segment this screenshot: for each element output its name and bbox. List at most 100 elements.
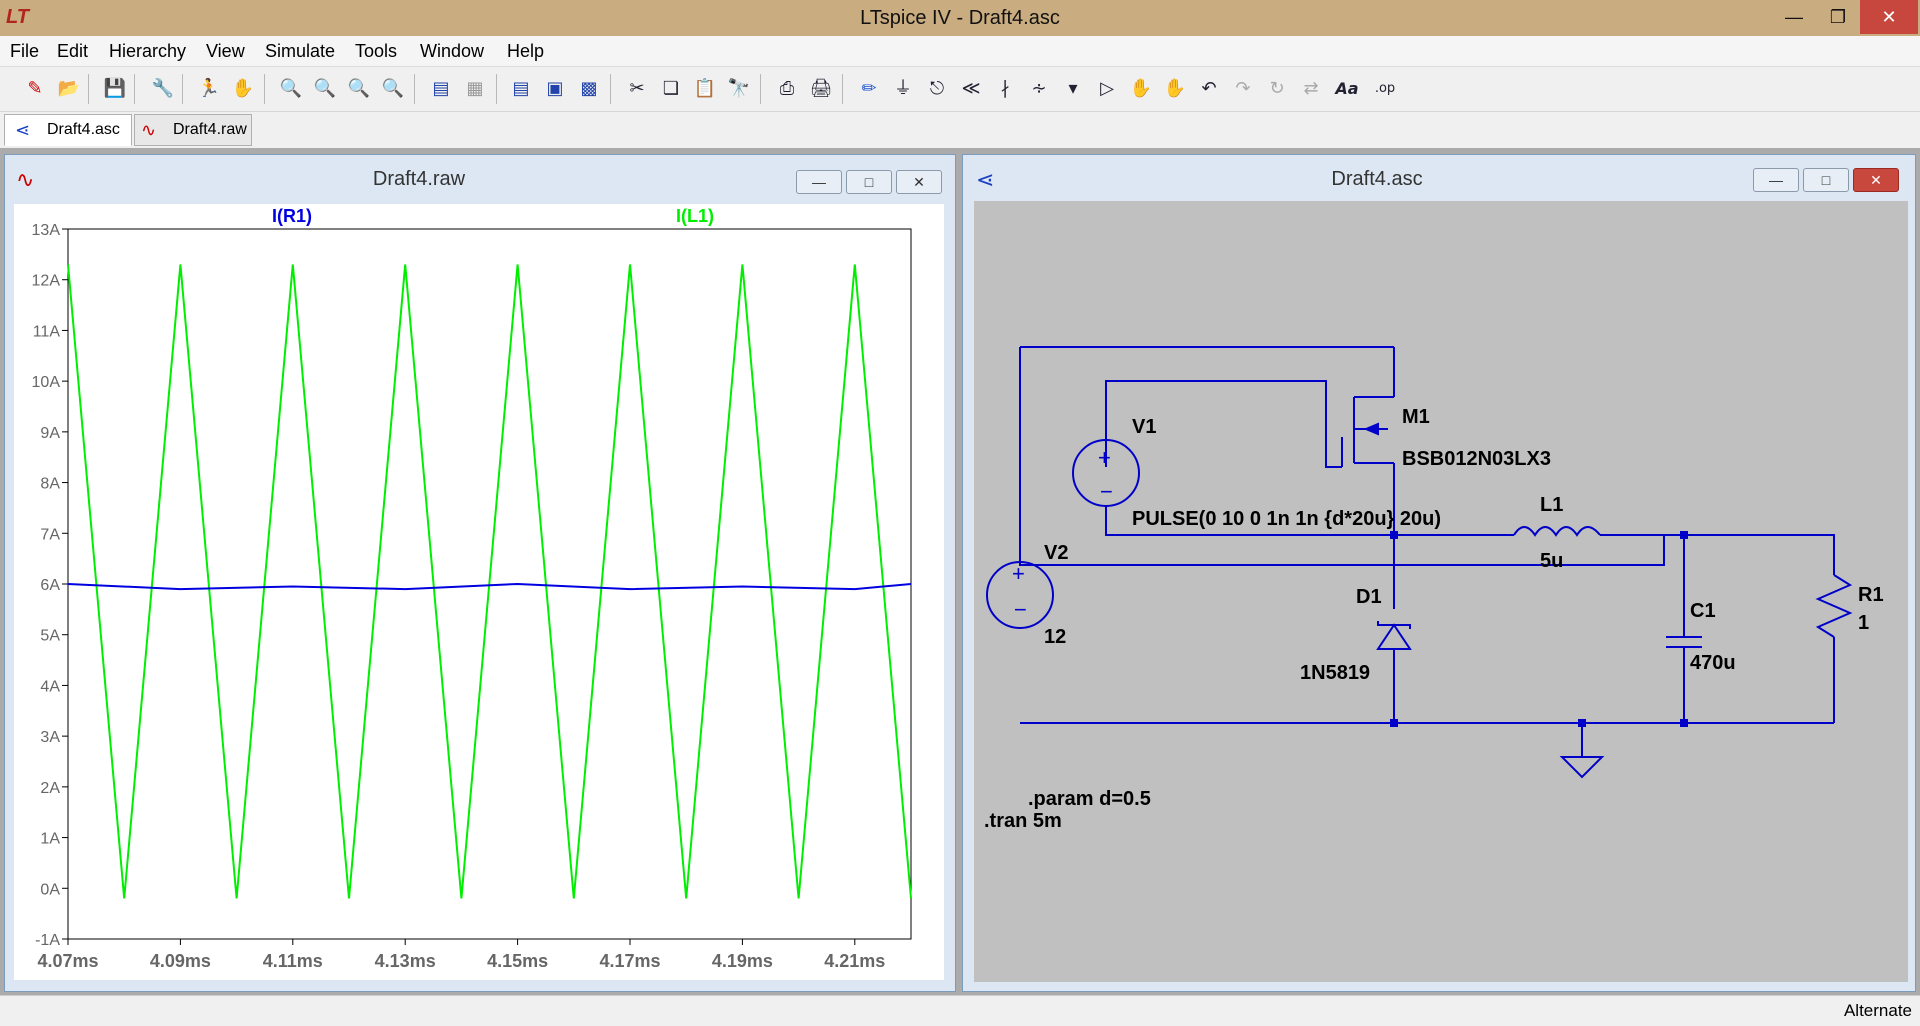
menu-file[interactable]: File xyxy=(10,36,39,66)
d1-diode[interactable] xyxy=(1376,621,1412,650)
mirror-icon[interactable]: ⇄ xyxy=(1298,76,1324,102)
y-tick-label: 10A xyxy=(32,374,61,391)
toolbar-separator xyxy=(134,74,135,104)
ground-icon[interactable]: ⏚ xyxy=(890,76,916,102)
y-tick-label: 13A xyxy=(32,222,61,239)
r1-label[interactable]: R1 xyxy=(1858,584,1884,606)
control-panel-icon[interactable]: 🔧 xyxy=(150,76,176,102)
param-directive[interactable]: .param d=0.5 xyxy=(1028,788,1151,810)
inductor-icon[interactable]: ∻ xyxy=(1026,76,1052,102)
schematic-maximize-button[interactable]: □ xyxy=(1803,168,1849,192)
c1-label[interactable]: C1 xyxy=(1690,600,1716,622)
label-net-icon[interactable]: ⎋ xyxy=(924,76,950,102)
copy-icon[interactable]: ❏ xyxy=(658,76,684,102)
y-tick-label: 2A xyxy=(40,780,60,797)
zoom-fit-icon[interactable]: 🔍 xyxy=(380,76,406,102)
r1-value[interactable]: 1 xyxy=(1858,612,1869,634)
print-preview-icon[interactable]: ⎙ xyxy=(774,76,800,102)
grid-icon[interactable]: ▦ xyxy=(462,76,488,102)
minimize-button[interactable]: — xyxy=(1772,0,1816,34)
run-icon[interactable]: 🏃 xyxy=(196,76,222,102)
menu-edit[interactable]: Edit xyxy=(57,36,88,66)
schematic-close-button[interactable]: ✕ xyxy=(1853,168,1899,192)
new-schematic-icon[interactable]: ✎ xyxy=(22,76,48,102)
l1-value[interactable]: 5u xyxy=(1540,550,1563,572)
c1-capacitor[interactable] xyxy=(1666,636,1702,648)
tab-draft4-asc[interactable]: ⋖ Draft4.asc xyxy=(4,114,132,146)
menu-simulate[interactable]: Simulate xyxy=(265,36,335,66)
zoom-in-icon[interactable]: 🔍 xyxy=(278,76,304,102)
autorange-icon[interactable]: ▤ xyxy=(428,76,454,102)
cut-icon[interactable]: ✂ xyxy=(624,76,650,102)
tile-vertical-icon[interactable]: ▣ xyxy=(542,76,568,102)
menu-tools[interactable]: Tools xyxy=(355,36,397,66)
spice-directive-icon[interactable]: .op xyxy=(1372,76,1398,102)
diode-icon[interactable]: ▾ xyxy=(1060,76,1086,102)
m1-label[interactable]: M1 xyxy=(1402,406,1430,428)
toolbar-separator xyxy=(496,74,497,104)
svg-text:−: − xyxy=(1100,479,1113,504)
restore-button[interactable]: ❐ xyxy=(1816,0,1860,34)
v1-label[interactable]: V1 xyxy=(1132,416,1156,438)
menu-help[interactable]: Help xyxy=(507,36,544,66)
menu-view[interactable]: View xyxy=(206,36,245,66)
resistor-icon[interactable]: ≪ xyxy=(958,76,984,102)
c1-value[interactable]: 470u xyxy=(1690,652,1736,674)
wire[interactable] xyxy=(1800,534,1835,575)
draw-wire-icon[interactable]: ✏ xyxy=(856,76,882,102)
v2-value[interactable]: 12 xyxy=(1044,626,1066,648)
ground-symbol[interactable] xyxy=(1559,723,1605,779)
legend-il1[interactable]: I(L1) xyxy=(676,206,714,226)
close-button[interactable]: ✕ xyxy=(1860,0,1918,34)
text-icon[interactable]: Aa xyxy=(1334,76,1360,102)
v2-source[interactable]: + − xyxy=(986,561,1054,629)
menu-hierarchy[interactable]: Hierarchy xyxy=(109,36,186,66)
tran-directive[interactable]: .tran 5m xyxy=(984,810,1062,832)
capacitor-icon[interactable]: ∤ xyxy=(992,76,1018,102)
tile-horizontal-icon[interactable]: ▤ xyxy=(508,76,534,102)
save-icon[interactable]: 💾 xyxy=(102,76,128,102)
v2-label[interactable]: V2 xyxy=(1044,542,1068,564)
schematic-minimize-button[interactable]: — xyxy=(1753,168,1799,192)
waveform-plot[interactable]: 13A 12A 11A 10A 9A 8A 7A 6A 5A 4A 3A 2A 1A 0A -1A 4.07… xyxy=(14,204,944,980)
drag-icon[interactable]: ✋ xyxy=(1162,76,1188,102)
d1-label[interactable]: D1 xyxy=(1356,586,1382,608)
plot-minimize-button[interactable]: — xyxy=(796,170,842,194)
rotate-icon[interactable]: ↻ xyxy=(1264,76,1290,102)
waveform-icon: ∿ xyxy=(141,120,157,140)
y-tick-label: 9A xyxy=(40,425,60,442)
l1-inductor[interactable] xyxy=(1513,526,1601,537)
open-folder-icon[interactable]: 📂 xyxy=(56,76,82,102)
paste-icon[interactable]: 📋 xyxy=(692,76,718,102)
toolbar-separator xyxy=(264,74,265,104)
halt-icon[interactable]: ✋ xyxy=(230,76,256,102)
r1-resistor[interactable] xyxy=(1815,574,1853,638)
v1-source[interactable]: + − xyxy=(1072,439,1140,507)
pulse-value[interactable]: PULSE(0 10 0 1n 1n {d*20u} 20u) xyxy=(1132,508,1441,530)
toolbar-separator xyxy=(610,74,611,104)
m1-model[interactable]: BSB012N03LX3 xyxy=(1402,448,1551,470)
toolbar-separator xyxy=(414,74,415,104)
legend-ir1[interactable]: I(R1) xyxy=(272,206,312,226)
l1-label[interactable]: L1 xyxy=(1540,494,1563,516)
menu-window[interactable]: Window xyxy=(420,36,484,66)
svg-text:+: + xyxy=(1012,561,1025,586)
component-icon[interactable]: ▷ xyxy=(1094,76,1120,102)
y-tick-label: 11A xyxy=(33,323,61,340)
cascade-icon[interactable]: ▩ xyxy=(576,76,602,102)
plot-close-button[interactable]: ✕ xyxy=(896,170,942,194)
zoom-out-icon[interactable]: 🔍 xyxy=(346,76,372,102)
pan-icon[interactable]: 🔍 xyxy=(312,76,338,102)
find-icon[interactable]: 🔭 xyxy=(726,76,752,102)
undo-icon[interactable]: ↶ xyxy=(1196,76,1222,102)
plot-maximize-button[interactable]: □ xyxy=(846,170,892,194)
m1-mosfet[interactable] xyxy=(1341,396,1394,467)
move-icon[interactable]: ✋ xyxy=(1128,76,1154,102)
x-tick-label: 4.07ms xyxy=(37,951,98,971)
schematic-drawing[interactable]: + − + − V1 V2 12 M1 BSB012N03LX3 PULSE(0… xyxy=(974,201,1908,982)
redo-icon[interactable]: ↷ xyxy=(1230,76,1256,102)
print-icon[interactable]: 🖨 xyxy=(808,76,834,102)
d1-model[interactable]: 1N5819 xyxy=(1300,662,1370,684)
y-tick-label: 1A xyxy=(40,831,60,848)
tab-draft4-raw[interactable]: ∿ Draft4.raw xyxy=(134,114,252,146)
